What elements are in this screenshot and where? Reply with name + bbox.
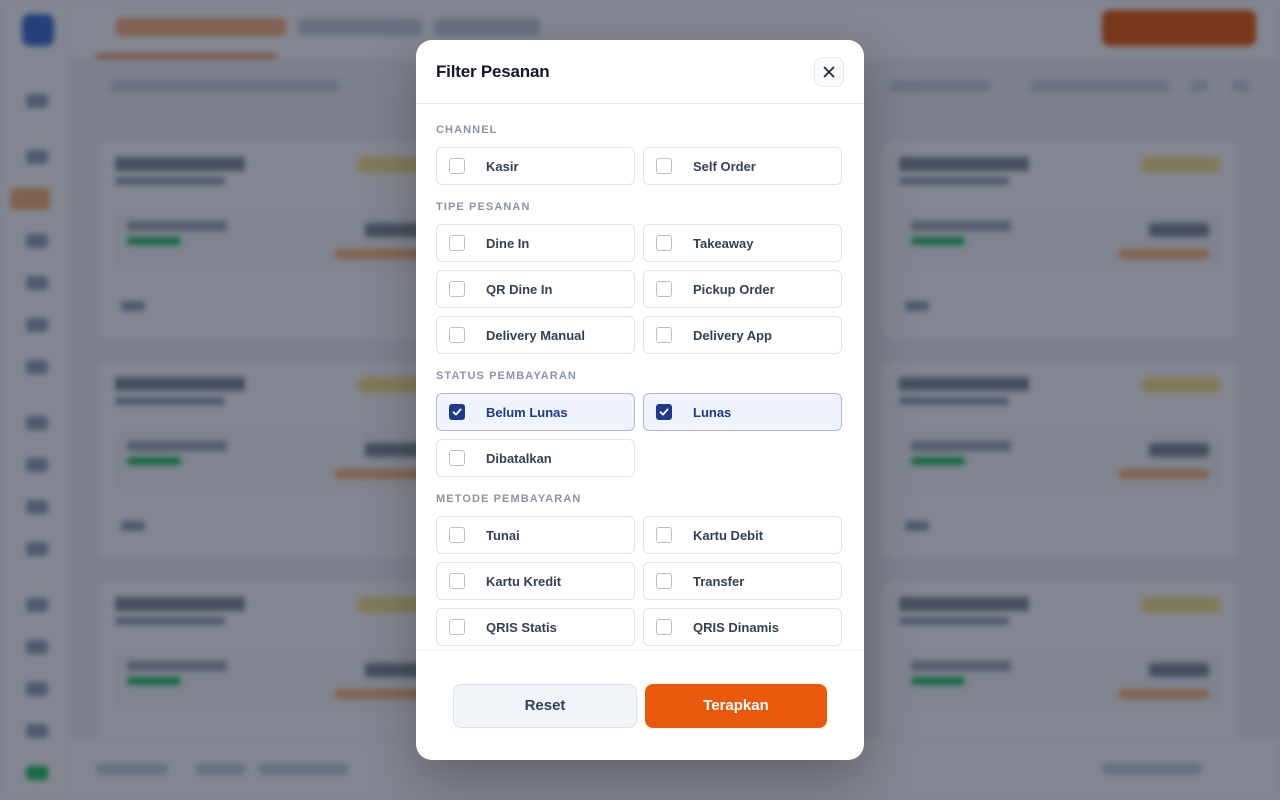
option-label: Self Order [693, 158, 756, 174]
option-label: Belum Lunas [486, 404, 568, 420]
option-label: Pickup Order [693, 281, 775, 297]
modal-body[interactable]: CHANNEL Kasir Self Order TIPE PESANAN Din… [416, 104, 864, 650]
option-belum-lunas[interactable]: Belum Lunas [436, 393, 635, 431]
option-label: Tunai [486, 527, 520, 543]
section-title: CHANNEL [436, 124, 498, 136]
option-label: Dibatalkan [486, 450, 552, 466]
option-label: QR Dine In [486, 281, 553, 297]
checkmark-icon [659, 407, 669, 417]
option-takeaway[interactable]: Takeaway [643, 224, 842, 262]
option-label: Delivery Manual [486, 327, 585, 343]
section-title: TIPE PESANAN [436, 201, 531, 213]
option-label: QRIS Statis [486, 619, 557, 635]
option-label: Kartu Debit [693, 527, 764, 543]
option-dibatalkan[interactable]: Dibatalkan [436, 439, 635, 477]
option-self-order[interactable]: Self Order [643, 147, 842, 185]
section-payment-method: METODE PEMBAYARAN Tunai Kartu Debit Kartu … [436, 493, 844, 646]
checkbox[interactable] [449, 573, 465, 589]
option-label: Kartu Kredit [486, 573, 562, 589]
option-qr-dine-in[interactable]: QR Dine In [436, 270, 635, 308]
close-button[interactable] [814, 56, 844, 87]
checkbox[interactable] [449, 404, 465, 420]
option-kasir[interactable]: Kasir [436, 147, 635, 185]
section-title: STATUS PEMBAYARAN [436, 370, 577, 382]
option-label: Kasir [486, 158, 519, 174]
option-label: Delivery App [693, 327, 772, 343]
option-label: Dine In [486, 235, 530, 251]
section-payment-status: STATUS PEMBAYARAN Belum Lunas Lunas Dibata… [436, 370, 844, 477]
option-lunas[interactable]: Lunas [643, 393, 842, 431]
section-title: METODE PEMBAYARAN [436, 493, 582, 505]
option-delivery-manual[interactable]: Delivery Manual [436, 316, 635, 354]
checkmark-icon [452, 407, 462, 417]
checkbox[interactable] [656, 327, 672, 343]
checkbox[interactable] [656, 404, 672, 420]
checkbox[interactable] [656, 281, 672, 297]
option-delivery-app[interactable]: Delivery App [643, 316, 842, 354]
option-label: QRIS Dinamis [693, 619, 779, 635]
option-label: Transfer [693, 573, 745, 589]
close-icon [823, 66, 835, 78]
modal-footer: Reset Terapkan [416, 650, 864, 760]
option-qris-dinamis[interactable]: QRIS Dinamis [643, 608, 842, 646]
modal-header: Filter Pesanan [416, 40, 864, 104]
section-channel: CHANNEL Kasir Self Order [436, 124, 844, 185]
checkbox[interactable] [656, 527, 672, 543]
option-dine-in[interactable]: Dine In [436, 224, 635, 262]
section-order-type: TIPE PESANAN Dine In Takeaway QR Dine In Pi… [436, 201, 844, 354]
checkbox[interactable] [449, 619, 465, 635]
checkbox[interactable] [656, 158, 672, 174]
checkbox[interactable] [656, 235, 672, 251]
option-transfer[interactable]: Transfer [643, 562, 842, 600]
checkbox[interactable] [449, 281, 465, 297]
checkbox[interactable] [449, 235, 465, 251]
reset-button[interactable]: Reset [453, 683, 637, 728]
checkbox[interactable] [449, 327, 465, 343]
checkbox[interactable] [656, 573, 672, 589]
modal-title: Filter Pesanan [436, 61, 550, 81]
option-kartu-kredit[interactable]: Kartu Kredit [436, 562, 635, 600]
checkbox[interactable] [449, 527, 465, 543]
checkbox[interactable] [449, 158, 465, 174]
checkbox[interactable] [656, 619, 672, 635]
option-kartu-debit[interactable]: Kartu Debit [643, 516, 842, 554]
filter-modal: Filter Pesanan CHANNEL Kasir Self Order T… [416, 40, 864, 760]
option-label: Takeaway [693, 235, 754, 251]
apply-button[interactable]: Terapkan [645, 683, 827, 728]
option-qris-statis[interactable]: QRIS Statis [436, 608, 635, 646]
option-label: Lunas [693, 404, 732, 420]
option-pickup-order[interactable]: Pickup Order [643, 270, 842, 308]
option-tunai[interactable]: Tunai [436, 516, 635, 554]
checkbox[interactable] [449, 450, 465, 466]
